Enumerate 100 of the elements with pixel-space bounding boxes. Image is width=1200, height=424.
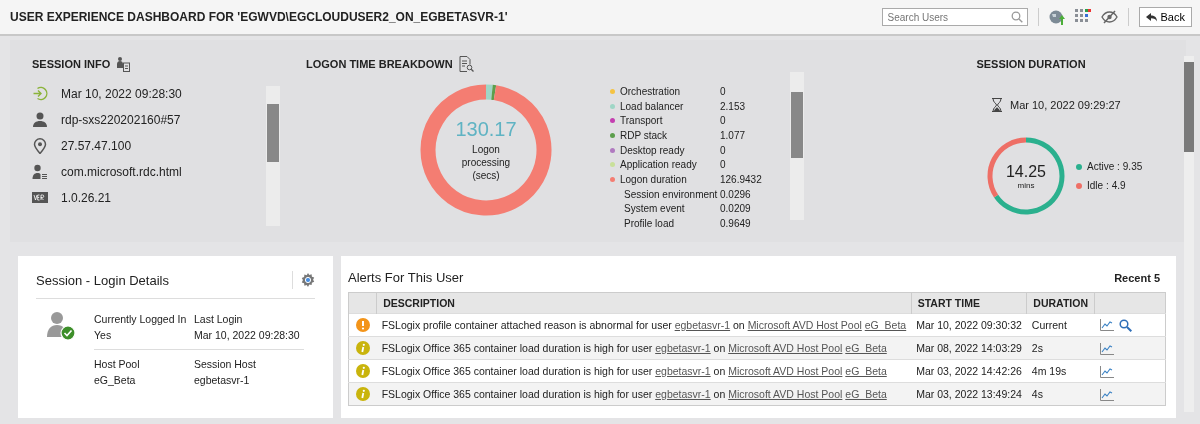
alert-link[interactable]: egbetasvr-1 (655, 388, 711, 400)
field-value: egbetasvr-1 (194, 373, 251, 388)
section-title: LOGON TIME BREAKDOWN (306, 58, 453, 70)
session-info-text: com.microsoft.rdc.html (61, 164, 182, 179)
user-icon (32, 112, 48, 127)
info-icon (355, 364, 370, 378)
legend-label: Orchestration (620, 85, 682, 97)
card-title: Alerts For This User (348, 270, 465, 285)
duration-unit: mins (1017, 180, 1035, 190)
legend-label: Active : (1087, 161, 1120, 172)
location-pin-icon (32, 137, 48, 154)
recent-count: Recent 5 (1114, 271, 1160, 284)
duration-cell: 2s (1026, 336, 1095, 360)
info-icon (355, 341, 370, 355)
start-time-cell: Mar 03, 2022 13:49:24 (911, 382, 1027, 406)
legend-value: 2.153 (720, 100, 746, 112)
alert-link[interactable]: Microsoft AVD Host Pool (747, 319, 862, 331)
legend-label: RDP stack (620, 129, 669, 141)
user-check-icon (46, 311, 76, 341)
session-info-text: rdp-sxs220202160#57 (61, 112, 181, 127)
column-header: START TIME (911, 292, 1027, 314)
section-title: SESSION INFO (32, 58, 111, 70)
exclamation-icon (355, 318, 370, 332)
info-icon (355, 387, 370, 401)
legend-value: 0.0296 (720, 188, 751, 200)
legend-label: Idle : (1087, 180, 1109, 191)
field-label: Currently Logged In (94, 312, 188, 327)
card-title: Session - Login Details (36, 272, 170, 288)
session-info-text: Mar 10, 2022 09:28:30 (61, 86, 182, 101)
legend-value: 0 (720, 144, 726, 156)
line-chart-icon[interactable] (1099, 319, 1114, 332)
column-header: DURATION (1026, 292, 1095, 314)
document-search-icon (458, 56, 474, 72)
legend-label: Load balancer (620, 100, 685, 112)
legend-label: Logon duration (620, 173, 688, 185)
alert-link[interactable]: eG_Beta (845, 365, 887, 377)
version-tag-icon (32, 192, 48, 203)
legend-label: Application ready (620, 159, 698, 171)
legend-value: 0 (720, 115, 726, 127)
scrollbar-track[interactable] (789, 72, 804, 220)
session-info-icon (116, 56, 131, 72)
start-time-cell: Mar 08, 2022 14:03:29 (911, 336, 1027, 360)
line-chart-icon[interactable] (1099, 388, 1114, 401)
duration-total: 14.25 (1005, 162, 1046, 181)
field-label: Session Host (194, 357, 257, 372)
field-label: Host Pool (94, 357, 141, 372)
apps-grid-icon[interactable] (1074, 9, 1091, 25)
scrollbar-thumb[interactable] (790, 92, 803, 158)
alert-description: FSLogix Office 365 container load duration is high for user egbetasvr-1 on Microsoft AVD Host Pool eG_Beta (376, 336, 912, 360)
field-value: Mar 10, 2022 09:28:30 (194, 328, 301, 343)
back-button[interactable]: Back (1138, 7, 1192, 27)
back-arrow-icon (1145, 12, 1157, 22)
section-title: SESSION DURATION (976, 58, 1086, 70)
sign-in-icon (32, 86, 48, 101)
session-info-text: 1.0.26.21 (61, 190, 112, 205)
user-list-icon (32, 164, 48, 179)
alert-link[interactable]: Microsoft AVD Host Pool (728, 365, 843, 377)
session-start-time: Mar 10, 2022 09:29:27 (1010, 99, 1121, 111)
alert-link[interactable]: Microsoft AVD Host Pool (728, 388, 843, 400)
settings-icon[interactable] (301, 273, 315, 287)
dashboard-title: USER EXPERIENCE DASHBOARD FOR 'EGWVD\EGCLOUDUSER2_ON_EGBETASVR-1' (10, 10, 508, 24)
field-label: Last Login (194, 312, 244, 327)
search-icon[interactable] (1118, 318, 1132, 332)
legend-value: 0.9649 (720, 218, 751, 230)
legend-label: System event (623, 203, 686, 215)
duration-cell: 4s (1026, 382, 1095, 406)
legend-value: 9.35 (1122, 161, 1143, 172)
line-chart-icon[interactable] (1099, 365, 1114, 378)
search-icon (1010, 11, 1023, 23)
alert-link[interactable]: egbetasvr-1 (655, 365, 711, 377)
legend-value: 0 (720, 159, 726, 171)
scrollbar-thumb[interactable] (267, 104, 279, 162)
alert-link[interactable]: eG_Beta (845, 342, 887, 354)
search-field[interactable]: Search Users (881, 8, 1028, 26)
page-scrollbar[interactable] (1184, 56, 1194, 412)
legend-value: 4.9 (1111, 180, 1126, 191)
alert-link[interactable]: egbetasvr-1 (655, 342, 711, 354)
alert-link[interactable]: eG_Beta (864, 319, 907, 331)
logon-total: 130.17 (455, 118, 517, 141)
hourglass-icon (992, 98, 1002, 112)
line-chart-icon[interactable] (1099, 342, 1114, 355)
legend-label: Transport (620, 115, 664, 127)
field-value: eG_Beta (94, 373, 137, 388)
hidden-eye-icon[interactable] (1100, 10, 1118, 24)
alert-description: FSLogix Office 365 container load duration is high for user egbetasvr-1 on Microsoft AVD Host Pool eG_Beta (376, 382, 912, 406)
alert-link[interactable]: Microsoft AVD Host Pool (728, 342, 843, 354)
legend-label: Desktop ready (620, 144, 686, 156)
globe-upload-icon[interactable] (1048, 9, 1065, 25)
session-info-text: 27.57.47.100 (61, 138, 132, 153)
field-value: Yes (94, 328, 113, 343)
alert-link[interactable]: egbetasvr-1 (674, 319, 731, 331)
legend-value: 126.9432 (720, 173, 762, 185)
scrollbar-thumb[interactable] (1184, 62, 1194, 152)
scrollbar-track[interactable] (266, 86, 280, 226)
logon-caption: Logon processing (secs) (460, 143, 512, 182)
alert-link[interactable]: eG_Beta (845, 388, 887, 400)
legend-value: 1.077 (720, 129, 746, 141)
column-header: DESCRIPTION (376, 292, 912, 314)
legend-value: 0 (720, 85, 726, 97)
legend-label: Session environment (623, 188, 719, 200)
